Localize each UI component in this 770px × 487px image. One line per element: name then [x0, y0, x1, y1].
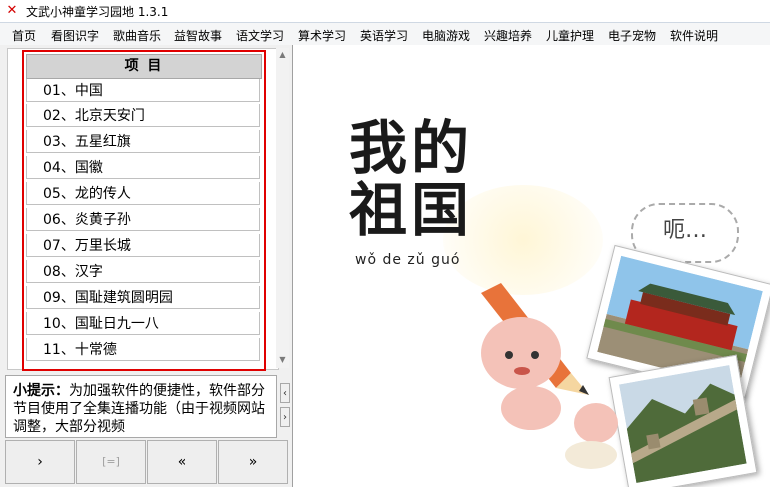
list-item[interactable]: 11、十常德 — [26, 338, 260, 361]
menu-item-chinese[interactable]: 语文学习 — [236, 27, 284, 44]
tip-scroll-left-icon[interactable]: ‹ — [280, 383, 290, 403]
window-title: 文武小神童学习园地 1.3.1 — [26, 5, 169, 19]
left-panel: 项 目 01、中国 02、北京天安门 03、五星红旗 04、国徽 05、龙的传人… — [0, 45, 293, 487]
tip-scroll-buttons: ‹ › — [280, 383, 290, 431]
play-button[interactable]: › — [5, 440, 75, 484]
title-line-1: 我的 — [349, 114, 474, 182]
mascot-character-icon — [481, 283, 618, 469]
title-bar: ✕ 文武小神童学习园地 1.3.1 — [0, 0, 770, 23]
scroll-up-arrow-icon[interactable]: ▲ — [276, 50, 289, 60]
title-pinyin: wǒ de zǔ guó — [355, 252, 461, 268]
title-line-2: 祖国 — [349, 176, 474, 244]
program-list-area: 项 目 01、中国 02、北京天安门 03、五星红旗 04、国徽 05、龙的传人… — [7, 48, 279, 371]
program-list: 项 目 01、中国 02、北京天安门 03、五星红旗 04、国徽 05、龙的传人… — [22, 50, 266, 371]
list-item[interactable]: 06、炎黄子孙 — [26, 208, 260, 231]
menu-item-songs-music[interactable]: 歌曲音乐 — [113, 27, 161, 44]
scroll-down-arrow-icon[interactable]: ▼ — [276, 355, 289, 365]
menu-item-e-pet[interactable]: 电子宠物 — [608, 27, 656, 44]
list-item[interactable]: 09、国耻建筑圆明园 — [26, 286, 260, 309]
next-button[interactable]: » — [218, 440, 288, 484]
list-item[interactable]: 05、龙的传人 — [26, 182, 260, 205]
list-item[interactable]: 10、国耻日九一八 — [26, 312, 260, 335]
menu-item-child-care[interactable]: 儿童护理 — [546, 27, 594, 44]
app-logo-icon: ✕ — [6, 3, 18, 18]
menu-item-home[interactable]: 首页 — [12, 27, 36, 44]
content-title: 我的 祖国 — [349, 117, 473, 241]
list-item[interactable]: 07、万里长城 — [26, 234, 260, 257]
list-item[interactable]: 01、中国 — [26, 79, 260, 102]
list-item[interactable]: 08、汉字 — [26, 260, 260, 283]
list-item[interactable]: 04、国徽 — [26, 156, 260, 179]
list-item[interactable]: 03、五星红旗 — [26, 130, 260, 153]
menu-item-computer-games[interactable]: 电脑游戏 — [422, 27, 470, 44]
previous-button[interactable]: « — [147, 440, 217, 484]
menu-item-interests[interactable]: 兴趣培养 — [484, 27, 532, 44]
list-item[interactable]: 02、北京天安门 — [26, 104, 260, 127]
tip-text-box: 小提示：为加强软件的便捷性，软件部分节目使用了全集连播功能（由于视频网站调整，大… — [5, 375, 277, 438]
list-scrollbar[interactable]: ▲ ▼ — [276, 48, 289, 368]
menu-item-english[interactable]: 英语学习 — [360, 27, 408, 44]
stop-button[interactable]: [=] — [76, 440, 146, 484]
menu-bar: 首页 看图识字 歌曲音乐 益智故事 语文学习 算术学习 英语学习 电脑游戏 兴趣… — [0, 23, 770, 46]
playback-controls: › [=] « » — [5, 440, 292, 484]
menu-item-arithmetic[interactable]: 算术学习 — [298, 27, 346, 44]
list-header: 项 目 — [26, 54, 262, 79]
content-panel: 我的 祖国 wǒ de zǔ guó 呃… — [293, 45, 770, 487]
tip-scroll-right-icon[interactable]: › — [280, 407, 290, 427]
tip-label: 小提示： — [13, 383, 69, 399]
menu-item-picture-literacy[interactable]: 看图识字 — [51, 27, 99, 44]
menu-item-stories[interactable]: 益智故事 — [174, 27, 222, 44]
menu-item-software-info[interactable]: 软件说明 — [670, 27, 718, 44]
